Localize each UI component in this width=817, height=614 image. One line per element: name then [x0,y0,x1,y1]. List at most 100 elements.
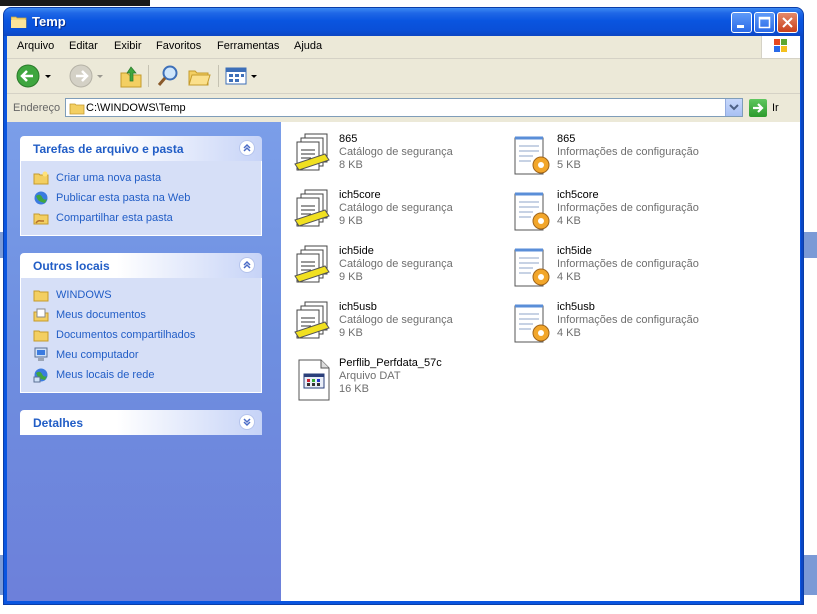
address-bar: Endereço C:\WINDOWS\Temp Ir [7,94,800,121]
file-type: Catálogo de segurança [339,202,453,214]
up-folder-icon [120,66,142,88]
dat-file-icon [298,359,330,401]
file-name: 865 [339,133,358,145]
file-item[interactable]: ich5usb Catálogo de segurança 9 KB [291,300,501,350]
chevron-down-icon [729,104,739,111]
folder-icon [11,16,27,28]
folders-button[interactable] [186,63,212,89]
panel-title: Outros locais [33,259,110,273]
place-label: Meus locais de rede [56,369,155,381]
expand-button[interactable] [239,414,255,430]
search-button[interactable] [155,63,181,89]
file-folder-tasks-panel: Tarefas de arquivo e pasta Criar uma nov… [20,136,262,236]
place-my-computer[interactable]: Meu computador [21,346,261,366]
close-icon [782,17,793,28]
folders-icon [188,70,211,86]
menu-exibir[interactable]: Exibir [114,40,142,52]
place-shared-documents[interactable]: Documentos compartilhados [21,326,261,346]
file-size: 9 KB [339,215,363,227]
other-places-panel: Outros locais WINDOWS Meus documentos Do… [20,253,262,393]
file-size: 4 KB [557,327,581,339]
address-value: C:\WINDOWS\Temp [86,102,186,114]
maximize-icon [758,16,771,29]
minimize-icon [737,25,744,28]
collapse-button[interactable] [239,140,255,156]
panel-header[interactable]: Tarefas de arquivo e pasta [20,136,262,161]
back-button[interactable] [15,63,55,89]
collapse-button[interactable] [239,257,255,273]
toolbar-separator [148,65,149,87]
file-size: 9 KB [339,271,363,283]
forward-arrow-icon [69,64,103,88]
new-folder-icon [33,171,49,185]
title-bar[interactable]: Temp [4,8,803,36]
close-button[interactable] [777,12,798,33]
chevron-down-double-icon [243,418,251,427]
documents-icon [33,308,49,322]
task-new-folder[interactable]: Criar uma nova pasta [21,169,261,189]
address-input[interactable]: C:\WINDOWS\Temp [65,98,743,117]
file-type: Informações de configuração [557,146,699,158]
chevron-up-double-icon [243,143,251,152]
file-name: ich5core [339,189,381,201]
folder-icon [33,290,49,302]
menu-arquivo[interactable]: Arquivo [17,40,54,52]
panel-title: Detalhes [33,416,84,430]
place-label: Documentos compartilhados [56,329,196,341]
file-size: 4 KB [557,215,581,227]
setup-info-icon [514,192,550,231]
menu-editar[interactable]: Editar [69,40,98,52]
file-name: 865 [557,133,576,145]
maximize-button[interactable] [754,12,775,33]
up-folder-button[interactable] [119,63,143,89]
globe-icon [34,191,48,205]
task-label: Publicar esta pasta na Web [56,192,191,204]
menu-ferramentas[interactable]: Ferramentas [217,40,279,52]
file-type: Informações de configuração [557,314,699,326]
file-name: Perflib_Perfdata_57c [339,357,442,369]
place-windows[interactable]: WINDOWS [21,286,261,306]
setup-info-icon [514,136,550,175]
place-label: Meus documentos [56,309,146,321]
file-item[interactable]: 865 Informações de configuração 5 KB [509,132,719,182]
place-network[interactable]: Meus locais de rede [21,366,261,386]
place-label: Meu computador [56,349,139,361]
file-size: 5 KB [557,159,581,171]
menu-favoritos[interactable]: Favoritos [156,40,201,52]
setup-info-icon [514,248,550,287]
views-button[interactable] [224,63,260,89]
file-item[interactable]: 865 Catálogo de segurança 8 KB [291,132,501,182]
menu-ajuda[interactable]: Ajuda [294,40,322,52]
go-label[interactable]: Ir [772,102,779,114]
search-icon [157,65,178,86]
file-item[interactable]: ich5core Catálogo de segurança 9 KB [291,188,501,238]
window-border [801,36,803,604]
file-item[interactable]: ich5usb Informações de configuração 4 KB [509,300,719,350]
panel-header[interactable]: Detalhes [20,410,262,435]
file-size: 16 KB [339,383,369,395]
toolbar-separator [218,65,219,87]
folder-icon [33,330,49,342]
windows-flag-icon [774,39,787,52]
address-dropdown-button[interactable] [725,99,742,116]
file-item[interactable]: ich5ide Catálogo de segurança 9 KB [291,244,501,294]
panel-header[interactable]: Outros locais [20,253,262,278]
security-catalog-icon [294,133,330,171]
computer-icon [34,347,48,361]
file-item[interactable]: ich5core Informações de configuração 4 K… [509,188,719,238]
task-pane: Tarefas de arquivo e pasta Criar uma nov… [7,122,281,601]
file-item[interactable]: ich5ide Informações de configuração 4 KB [509,244,719,294]
file-item[interactable]: Perflib_Perfdata_57c Arquivo DAT 16 KB [291,356,501,406]
file-size: 8 KB [339,159,363,171]
go-button[interactable] [749,99,767,117]
file-type: Arquivo DAT [339,370,401,382]
chevron-up-double-icon [243,260,251,269]
setup-info-icon [514,304,550,343]
forward-button[interactable] [68,63,106,89]
place-my-documents[interactable]: Meus documentos [21,306,261,326]
task-publish-web[interactable]: Publicar esta pasta na Web [21,189,261,209]
file-type: Informações de configuração [557,258,699,270]
minimize-button[interactable] [731,12,752,33]
task-share-folder[interactable]: Compartilhar esta pasta [21,209,261,229]
panel-title: Tarefas de arquivo e pasta [33,142,184,156]
